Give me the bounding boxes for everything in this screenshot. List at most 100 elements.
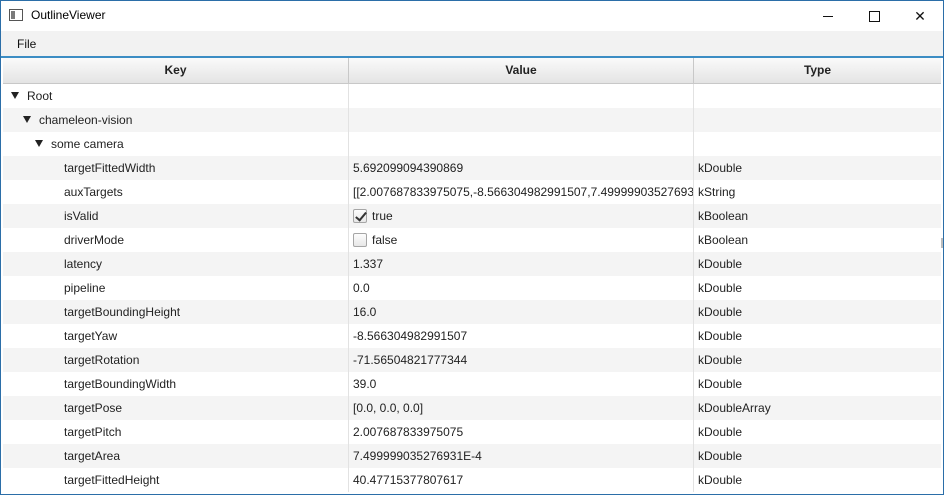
value-cell[interactable]: false bbox=[349, 228, 694, 252]
expand-arrow-icon[interactable] bbox=[23, 116, 31, 124]
type-cell: kDouble bbox=[698, 449, 743, 463]
value-text: 0.0 bbox=[353, 281, 370, 295]
key-cell: isValid bbox=[3, 204, 349, 228]
outline-tree-table[interactable]: Key Value Type Root chameleon-vision some … bbox=[3, 58, 941, 494]
app-window-icon bbox=[9, 9, 23, 21]
key-label: isValid bbox=[64, 209, 99, 223]
value-cell[interactable] bbox=[349, 132, 694, 156]
table-row[interactable]: targetRotation -71.56504821777344 kDouble bbox=[3, 348, 941, 372]
type-cell: kBoolean bbox=[698, 209, 749, 223]
value-cell[interactable]: 16.0 bbox=[349, 300, 694, 324]
menu-file[interactable]: File bbox=[17, 37, 36, 51]
value-cell[interactable]: 1.337 bbox=[349, 252, 694, 276]
minimize-icon bbox=[823, 15, 833, 17]
maximize-icon bbox=[868, 10, 880, 22]
key-cell: Root bbox=[3, 84, 349, 108]
value-text: -71.56504821777344 bbox=[353, 353, 468, 367]
table-row[interactable]: targetBoundingHeight 16.0 kDouble bbox=[3, 300, 941, 324]
key-cell: latency bbox=[3, 252, 349, 276]
type-cell: kDouble bbox=[698, 329, 743, 343]
key-label: targetPitch bbox=[64, 425, 122, 439]
type-cell: kDouble bbox=[698, 425, 743, 439]
table-row[interactable]: targetPitch 2.007687833975075 kDouble bbox=[3, 420, 941, 444]
value-cell[interactable] bbox=[349, 108, 694, 132]
value-text: [[2.007687833975075,-8.566304982991507,7… bbox=[353, 185, 694, 199]
column-header-type[interactable]: Type bbox=[694, 58, 941, 83]
key-cell: chameleon-vision bbox=[3, 108, 349, 132]
value-cell[interactable]: 40.47715377807617 bbox=[349, 468, 694, 492]
value-cell[interactable]: 7.499999035276931E-4 bbox=[349, 444, 694, 468]
expand-arrow-icon[interactable] bbox=[35, 140, 43, 148]
value-text: 39.0 bbox=[353, 377, 377, 391]
outline-viewer-window: OutlineViewer ✕ File Key Value Type Root… bbox=[0, 0, 944, 495]
key-label: auxTargets bbox=[64, 185, 123, 199]
key-cell: targetRotation bbox=[3, 348, 349, 372]
key-label: pipeline bbox=[64, 281, 106, 295]
type-cell bbox=[694, 84, 941, 108]
value-text: 5.692099094390869 bbox=[353, 161, 464, 175]
table-body: Root chameleon-vision some camera targetFit… bbox=[3, 84, 941, 492]
table-row[interactable]: targetArea 7.499999035276931E-4 kDouble bbox=[3, 444, 941, 468]
close-button[interactable]: ✕ bbox=[897, 1, 943, 31]
table-row[interactable]: isValid true kBoolean bbox=[3, 204, 941, 228]
column-header-key[interactable]: Key bbox=[3, 58, 349, 83]
minimize-button[interactable] bbox=[805, 1, 851, 31]
value-cell[interactable]: 2.007687833975075 bbox=[349, 420, 694, 444]
scrollbar-edge[interactable] bbox=[941, 238, 943, 248]
value-cell[interactable]: 39.0 bbox=[349, 372, 694, 396]
value-cell[interactable]: 5.692099094390869 bbox=[349, 156, 694, 180]
menu-bar: File bbox=[1, 31, 943, 58]
type-cell: kDouble bbox=[698, 473, 743, 487]
value-cell[interactable]: -71.56504821777344 bbox=[349, 348, 694, 372]
type-cell: kDouble bbox=[698, 353, 743, 367]
value-text: 7.499999035276931E-4 bbox=[353, 449, 482, 463]
key-label: targetPose bbox=[64, 401, 123, 415]
table-row[interactable]: some camera bbox=[3, 132, 941, 156]
key-label: targetFittedWidth bbox=[64, 161, 156, 175]
key-cell: targetPose bbox=[3, 396, 349, 420]
column-header-value[interactable]: Value bbox=[349, 58, 694, 83]
value-cell[interactable]: 0.0 bbox=[349, 276, 694, 300]
value-checkbox[interactable] bbox=[353, 208, 367, 223]
value-checkbox[interactable] bbox=[353, 232, 367, 247]
value-cell[interactable] bbox=[349, 84, 694, 108]
key-cell: targetYaw bbox=[3, 324, 349, 348]
value-text: 1.337 bbox=[353, 257, 384, 271]
table-row[interactable]: targetFittedWidth 5.692099094390869 kDoubl… bbox=[3, 156, 941, 180]
value-cell[interactable]: [0.0, 0.0, 0.0] bbox=[349, 396, 694, 420]
key-label: targetRotation bbox=[64, 353, 140, 367]
key-label: targetYaw bbox=[64, 329, 118, 343]
table-row[interactable]: targetFittedHeight 40.47715377807617 kDoub… bbox=[3, 468, 941, 492]
type-cell: kDoubleArray bbox=[698, 401, 771, 415]
maximize-button[interactable] bbox=[851, 1, 897, 31]
value-cell[interactable]: [[2.007687833975075,-8.566304982991507,7… bbox=[349, 180, 694, 204]
table-row[interactable]: chameleon-vision bbox=[3, 108, 941, 132]
type-cell: kBoolean bbox=[698, 233, 749, 247]
type-cell bbox=[694, 132, 941, 156]
key-cell: driverMode bbox=[3, 228, 349, 252]
value-cell[interactable]: -8.566304982991507 bbox=[349, 324, 694, 348]
key-cell: targetBoundingWidth bbox=[3, 372, 349, 396]
table-row[interactable]: Root bbox=[3, 84, 941, 108]
expand-arrow-icon[interactable] bbox=[11, 92, 19, 100]
key-cell: some camera bbox=[3, 132, 349, 156]
table-header: Key Value Type bbox=[3, 58, 941, 84]
type-cell bbox=[694, 108, 941, 132]
table-row[interactable]: targetYaw -8.566304982991507 kDouble bbox=[3, 324, 941, 348]
title-bar[interactable]: OutlineViewer ✕ bbox=[1, 1, 943, 31]
key-cell: pipeline bbox=[3, 276, 349, 300]
key-label: targetArea bbox=[64, 449, 121, 463]
value-cell[interactable]: true bbox=[349, 204, 694, 228]
table-row[interactable]: auxTargets [[2.007687833975075,-8.5663049… bbox=[3, 180, 941, 204]
table-row[interactable]: targetBoundingWidth 39.0 kDouble bbox=[3, 372, 941, 396]
key-label: targetBoundingWidth bbox=[64, 377, 177, 391]
close-icon: ✕ bbox=[914, 7, 926, 24]
table-row[interactable]: pipeline 0.0 kDouble bbox=[3, 276, 941, 300]
value-text: -8.566304982991507 bbox=[353, 329, 468, 343]
type-cell: kDouble bbox=[698, 161, 743, 175]
table-row[interactable]: latency 1.337 kDouble bbox=[3, 252, 941, 276]
value-text: 40.47715377807617 bbox=[353, 473, 464, 487]
table-row[interactable]: driverMode false kBoolean bbox=[3, 228, 941, 252]
value-text: false bbox=[372, 233, 398, 247]
table-row[interactable]: targetPose [0.0, 0.0, 0.0] kDoubleArray bbox=[3, 396, 941, 420]
